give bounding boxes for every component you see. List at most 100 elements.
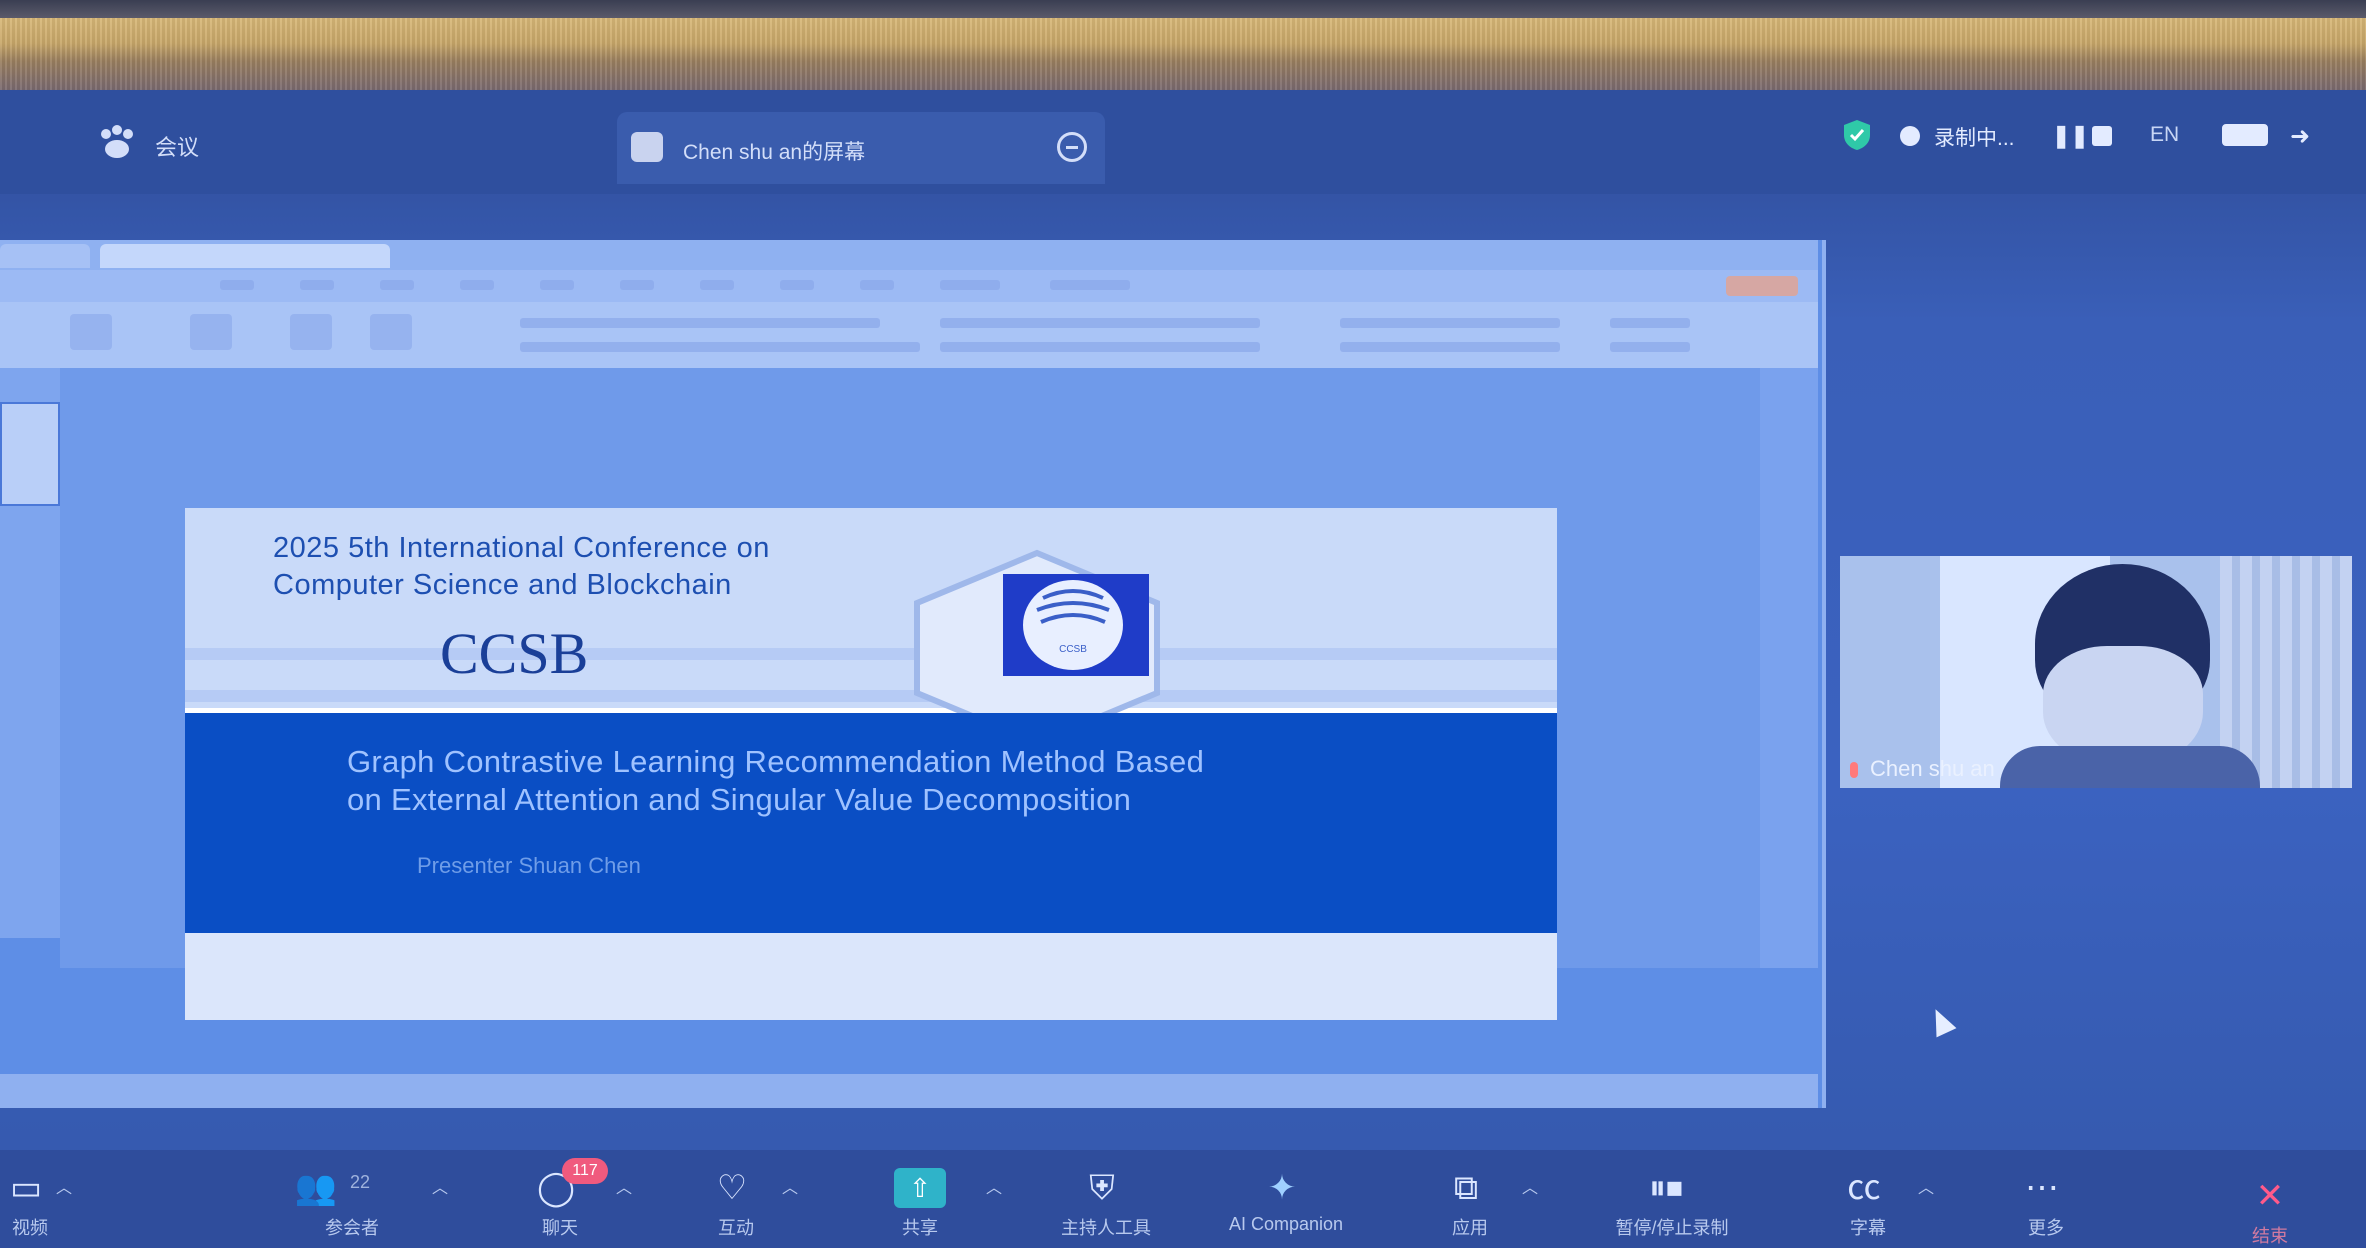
conference-title: 2025 5th International Conference on Com…: [273, 530, 770, 604]
paper-title-band: Graph Contrastive Learning Recommendatio…: [185, 713, 1557, 933]
participants-icon: 👥: [294, 1169, 338, 1207]
battery-icon: [2222, 124, 2268, 146]
chevron-up-icon[interactable]: ︿: [616, 1174, 632, 1198]
menu-item: [620, 280, 654, 290]
apps-icon: ⧉: [1453, 1169, 1479, 1207]
chevron-up-icon[interactable]: ︿: [1918, 1174, 1934, 1198]
language-indicator[interactable]: EN: [2150, 123, 2179, 147]
mic-active-icon: [1850, 762, 1858, 778]
chevron-up-icon[interactable]: ︿: [432, 1174, 448, 1198]
more-icon: ⋯: [2025, 1169, 2059, 1207]
toolbar-label: 视频: [12, 1218, 48, 1238]
toolbar-label: 暂停/停止录制: [1615, 1218, 1729, 1238]
globe-lines-icon: [1036, 589, 1110, 624]
menu-item: [700, 280, 734, 290]
logo-text: CCSB: [1059, 644, 1087, 655]
presentation-statusbar: [0, 1074, 1818, 1108]
participant-count: 22: [350, 1172, 371, 1192]
ribbon-find-controls: [1610, 318, 1690, 328]
ai-companion-icon: ✦: [1267, 1169, 1297, 1207]
toolbar-label: 应用: [1452, 1218, 1488, 1238]
toolbar-chat[interactable]: ◯ 117 ︿ 聊天: [500, 1158, 632, 1238]
toolbar-more[interactable]: ⋯ 更多: [1986, 1168, 2106, 1238]
toolbar-label: 聊天: [542, 1218, 578, 1238]
presentation-menubar: [0, 270, 1818, 302]
paper-title-line2: on External Attention and Singular Value…: [347, 782, 1132, 817]
presentation-slide: 2025 5th International Conference on Com…: [185, 508, 1557, 1020]
paper-title: Graph Contrastive Learning Recommendatio…: [347, 743, 1204, 819]
toolbar-participants[interactable]: 👥 22 ︿ 参会者: [292, 1168, 448, 1238]
monitor-frame: [0, 18, 2366, 90]
recording-pause-icon: ⏸⏹: [1649, 1169, 1683, 1207]
meeting-paw-icon[interactable]: [96, 124, 138, 160]
menu-item: [780, 280, 814, 290]
menu-item: [860, 280, 894, 290]
menu-item: [220, 280, 254, 290]
end-meeting-close-icon[interactable]: ✕: [2250, 1176, 2290, 1216]
presentation-tab-home: [0, 244, 90, 268]
meeting-window: 会议 Chen shu an的屏幕 录制中... ❚❚ EN ➜ 2025 5t…: [0, 90, 2366, 1248]
ai-host-icon: ⛨: [1089, 1169, 1115, 1207]
ribbon-select-controls: [1610, 342, 1690, 352]
share-screen-icon: ⇧: [894, 1168, 946, 1208]
toolbar-recording[interactable]: ⏸⏹ 暂停/停止录制: [1612, 1168, 1732, 1238]
slide-thumbnail: [0, 402, 60, 506]
toolbar-host-tools[interactable]: ⛨ 主持人工具: [1046, 1168, 1166, 1238]
stop-recording-icon[interactable]: [2092, 126, 2112, 146]
conference-acronym: CCSB: [440, 621, 589, 686]
toolbar-reactions[interactable]: ♡ ︿ 互动: [676, 1168, 798, 1238]
toolbar-video[interactable]: ▭ ︿ 视频: [0, 1168, 90, 1238]
ribbon-button: [190, 314, 232, 350]
participant-name: Chen shu an: [1870, 756, 1995, 781]
toolbar-label: 参会者: [325, 1218, 379, 1238]
ribbon-button: [370, 314, 412, 350]
toolbar-label: 主持人工具: [1061, 1218, 1151, 1238]
slide-footer: [185, 933, 1557, 1020]
video-camera-icon: ▭: [9, 1169, 43, 1207]
ribbon-paragraph-controls: [940, 318, 1260, 328]
ribbon-button: [290, 314, 332, 350]
toolbar-apps[interactable]: ⧉ ︿ 应用: [1410, 1168, 1538, 1238]
presentation-titlebar: [0, 240, 1818, 270]
chevron-up-icon[interactable]: ︿: [782, 1174, 798, 1198]
end-meeting-label[interactable]: 结束: [2224, 1222, 2316, 1248]
toolbar-share[interactable]: ⇧ ︿ 共享: [866, 1168, 1002, 1238]
captions-icon: ㏄: [1847, 1169, 1881, 1207]
ribbon-arrange-controls: [1340, 342, 1560, 352]
monitor-bezel: [0, 0, 2366, 18]
toolbar-captions[interactable]: ㏄ ︿ 字幕: [1808, 1168, 1934, 1238]
pause-recording-icon[interactable]: ❚❚: [2052, 123, 2089, 149]
share-app-icon: [631, 132, 663, 162]
reaction-icon: ♡: [716, 1169, 748, 1207]
stop-share-icon[interactable]: [1057, 132, 1087, 162]
slide-stripe: [185, 690, 1557, 702]
conference-logo: CCSB: [1003, 574, 1149, 676]
ribbon-font-controls: [520, 318, 880, 328]
mouse-cursor-icon: [1925, 1004, 1957, 1038]
screen-share-tab[interactable]: Chen shu an的屏幕: [617, 112, 1105, 184]
slide-header: 2025 5th International Conference on Com…: [185, 508, 1557, 708]
conference-title-line2: Computer Science and Blockchain: [273, 569, 732, 601]
recording-indicator-icon: [1900, 126, 1920, 146]
exit-fullscreen-icon[interactable]: ➜: [2290, 122, 2310, 151]
presentation-ribbon: [0, 302, 1818, 370]
shared-screen: 2025 5th International Conference on Com…: [0, 240, 1826, 1108]
toolbar-label: 互动: [718, 1218, 754, 1238]
toolbar-ai-companion[interactable]: ✦ AI Companion: [1226, 1168, 1346, 1238]
participant-video-tile[interactable]: Chen shu an: [1840, 556, 2352, 788]
slide-stripe: [185, 648, 1557, 660]
chevron-up-icon[interactable]: ︿: [56, 1174, 72, 1198]
recording-status: 录制中...: [1934, 127, 2015, 150]
meeting-label[interactable]: 会议: [155, 130, 199, 162]
meeting-top-bar: 会议 Chen shu an的屏幕 录制中... ❚❚ EN ➜: [0, 90, 2366, 194]
presentation-side-toolbar: [1760, 368, 1818, 968]
share-tab-label: Chen shu an的屏幕: [683, 141, 866, 164]
share-button-hint: [1726, 276, 1798, 296]
menu-item: [300, 280, 334, 290]
security-shield-icon[interactable]: [1840, 118, 1874, 152]
chevron-up-icon[interactable]: ︿: [1522, 1174, 1538, 1198]
ribbon-align-controls: [940, 342, 1260, 352]
chevron-up-icon[interactable]: ︿: [986, 1174, 1002, 1198]
menu-item: [940, 280, 1000, 290]
globe-icon: CCSB: [1023, 580, 1123, 670]
